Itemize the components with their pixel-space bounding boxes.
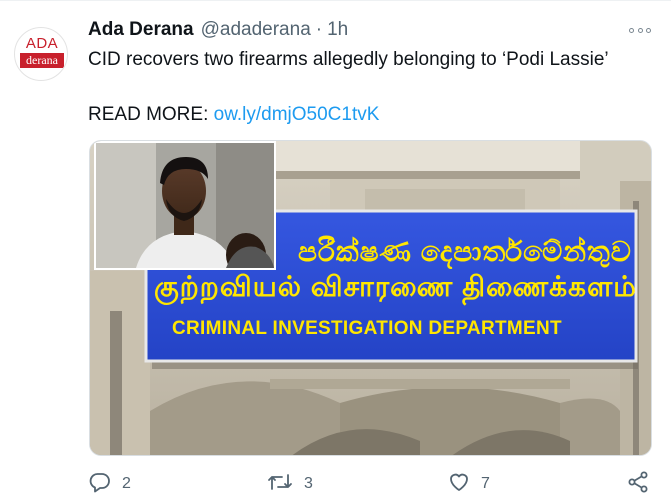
- retweet-icon[interactable]: [266, 470, 294, 499]
- reply-count: 2: [122, 475, 131, 492]
- sign-sinhala-text: පරීක්ෂණ දෙපාර්තමේන්තුව: [298, 236, 632, 267]
- separator-dot: ·: [315, 19, 323, 40]
- tweet-link[interactable]: ow.ly/dmjO50C1tvK: [214, 104, 380, 125]
- reply-action[interactable]: 2: [88, 471, 131, 497]
- share-icon[interactable]: [626, 470, 650, 499]
- retweet-count: 3: [304, 475, 313, 492]
- like-count: 7: [481, 475, 490, 492]
- share-action[interactable]: [626, 471, 650, 497]
- tweet-text: CID recovers two firearms allegedly belo…: [88, 49, 609, 70]
- author-name[interactable]: Ada Derana: [88, 19, 194, 41]
- reply-icon[interactable]: [88, 470, 112, 499]
- more-horizontal-icon[interactable]: [629, 23, 651, 37]
- portrait-illustration: [96, 143, 274, 268]
- inset-portrait-photo: [94, 141, 276, 270]
- tweet-time[interactable]: 1h: [327, 19, 348, 41]
- avatar-logo-bottom: derana: [20, 53, 64, 68]
- tweet-header: Ada Derana @adaderana · 1h: [88, 17, 348, 43]
- retweet-action[interactable]: 3: [266, 471, 313, 497]
- read-more-line: READ MORE: ow.ly/dmjO50C1tvK: [88, 102, 379, 128]
- sign-tamil-text: குற்றவியல் விசாரணை திணைக்களம்: [154, 271, 637, 302]
- avatar[interactable]: ADA derana: [14, 27, 68, 81]
- read-more-label: READ MORE:: [88, 104, 209, 125]
- tweet-actions: 2 3 7: [88, 471, 654, 497]
- author-handle[interactable]: @adaderana: [201, 19, 311, 41]
- avatar-logo-top: ADA: [25, 35, 59, 52]
- tweet-media-image[interactable]: පරීක්ෂණ දෙපාර්තමේන්තුව குற்றவியல் விசாரண…: [89, 140, 652, 456]
- heart-icon[interactable]: [447, 470, 471, 499]
- tweet[interactable]: ADA derana Ada Derana @adaderana · 1h CI…: [0, 0, 671, 503]
- like-action[interactable]: 7: [447, 471, 490, 497]
- sign-english-text: CRIMINAL INVESTIGATION DEPARTMENT: [172, 318, 562, 339]
